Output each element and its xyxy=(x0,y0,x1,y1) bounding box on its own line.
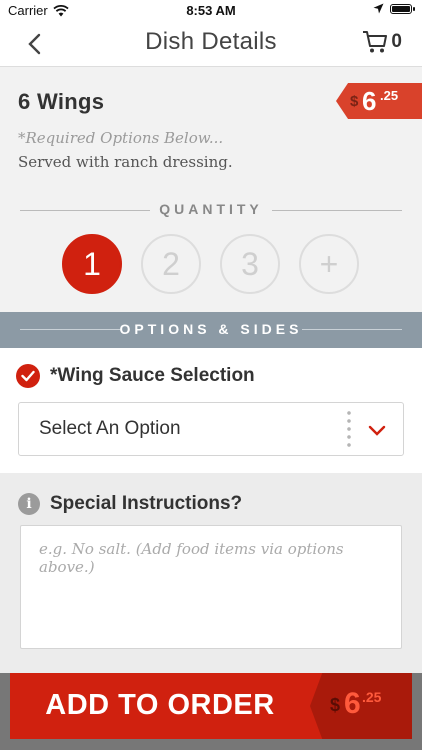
wing-sauce-option-group: *Wing Sauce Selection Select An Option xyxy=(0,348,422,473)
dotted-divider xyxy=(347,409,351,451)
dish-info: 6 Wings $ 6 .25 *Required Options Below.… xyxy=(0,67,422,312)
dish-name: 6 Wings xyxy=(18,89,105,114)
status-time: 8:53 AM xyxy=(186,3,236,18)
options-sides-header: OPTIONS & SIDES xyxy=(0,312,422,348)
special-instructions-section: i Special Instructions? e.g. No salt. (A… xyxy=(0,473,422,673)
quantity-more-button[interactable]: + xyxy=(299,234,359,294)
option-title-row: *Wing Sauce Selection xyxy=(16,364,255,388)
location-arrow-icon xyxy=(373,3,384,14)
quantity-option-2[interactable]: 2 xyxy=(141,234,201,294)
chevron-down-icon xyxy=(368,425,386,436)
required-options-note: *Required Options Below... xyxy=(18,129,224,147)
select-value: Select An Option xyxy=(39,418,181,439)
order-price: $ 6 .25 xyxy=(310,673,412,739)
price-integer: 6 xyxy=(362,86,377,116)
price-decimal: .25 xyxy=(380,88,399,103)
price-currency: $ xyxy=(350,93,359,110)
status-bar: Carrier 8:53 AM xyxy=(0,0,422,22)
cart-button[interactable]: 0 xyxy=(362,30,402,54)
add-to-order-label: ADD TO ORDER xyxy=(45,689,275,721)
info-icon: i xyxy=(18,493,40,515)
checkmark-icon xyxy=(16,364,40,388)
order-price-decimal: .25 xyxy=(362,689,382,705)
order-price-currency: $ xyxy=(330,695,341,715)
cart-count: 0 xyxy=(391,31,402,52)
instructions-title-row: i Special Instructions? xyxy=(18,493,242,515)
wing-sauce-select[interactable]: Select An Option xyxy=(18,402,404,456)
special-instructions-input[interactable]: e.g. No salt. (Add food items via option… xyxy=(20,525,402,649)
price-tag: $ 6 .25 xyxy=(336,83,422,119)
quantity-label-row: QUANTITY xyxy=(20,201,402,219)
quantity-label: QUANTITY xyxy=(159,201,263,217)
order-price-integer: 6 xyxy=(344,687,361,720)
divider-line xyxy=(302,329,402,330)
page-title: Dish Details xyxy=(145,28,277,55)
quantity-option-3[interactable]: 3 xyxy=(220,234,280,294)
navigation-bar: Dish Details 0 xyxy=(0,22,422,67)
instructions-title: Special Instructions? xyxy=(50,493,243,514)
dish-description: Served with ranch dressing. xyxy=(18,153,233,171)
option-title: *Wing Sauce Selection xyxy=(50,365,255,386)
status-right xyxy=(373,3,415,14)
add-to-order-button[interactable]: ADD TO ORDER $ 6 .25 xyxy=(10,673,412,739)
cart-icon xyxy=(363,31,388,53)
bottom-bar: ADD TO ORDER $ 6 .25 xyxy=(0,673,422,750)
quantity-option-1[interactable]: 1 xyxy=(62,234,122,294)
battery-icon xyxy=(390,3,415,14)
divider-line xyxy=(272,210,402,211)
